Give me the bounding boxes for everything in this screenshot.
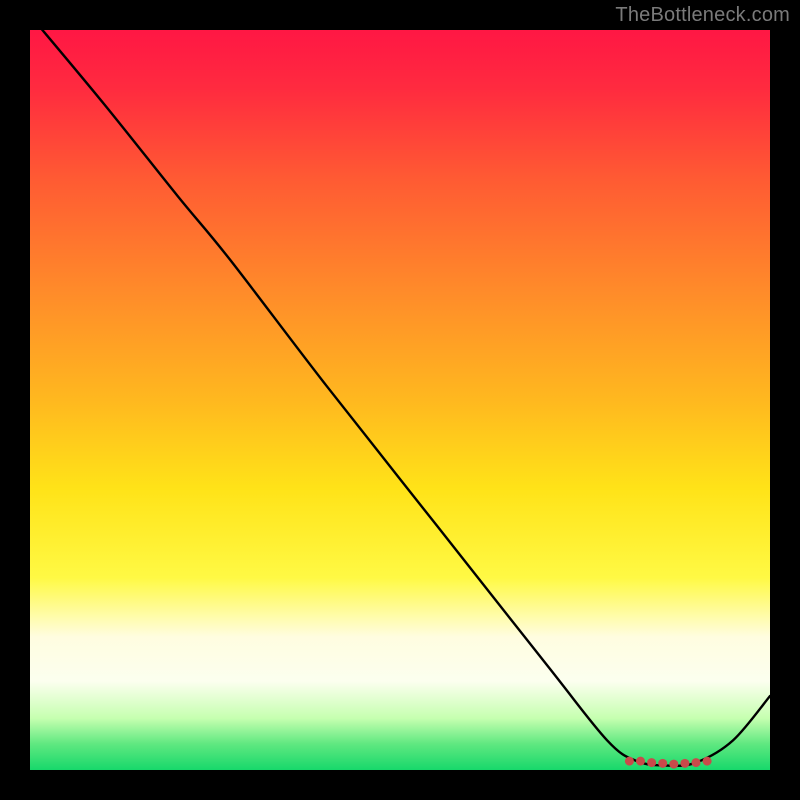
chart-background: [30, 30, 770, 770]
scatter-dot: [625, 757, 634, 766]
scatter-dot: [658, 759, 667, 768]
chart-svg: [30, 30, 770, 770]
scatter-dot: [669, 760, 678, 769]
scatter-dot: [692, 758, 701, 767]
scatter-dot: [647, 758, 656, 767]
scatter-dot: [703, 757, 712, 766]
scatter-dot: [680, 759, 689, 768]
scatter-dot: [636, 757, 645, 766]
chart-stage: TheBottleneck.com: [0, 0, 800, 800]
plot-area: [30, 30, 770, 770]
attribution-text: TheBottleneck.com: [615, 4, 790, 27]
